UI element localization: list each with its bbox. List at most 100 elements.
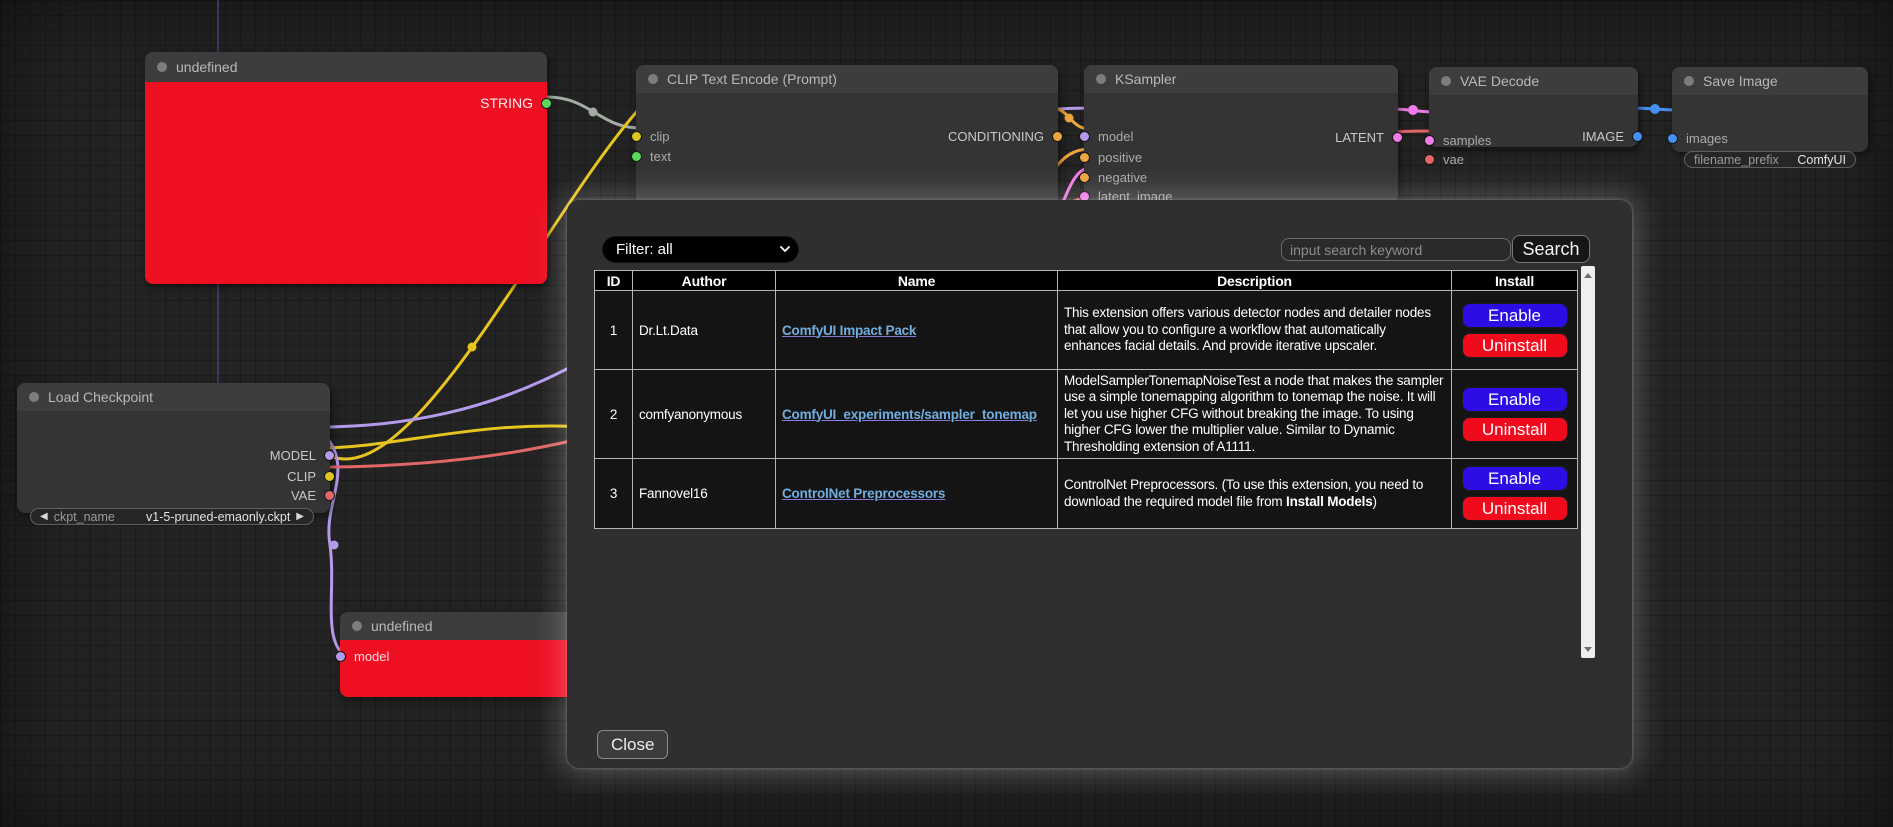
input-label: model [354,649,389,664]
conditioning-output-dot[interactable] [1052,131,1063,142]
node-title-bar[interactable]: CLIP Text Encode (Prompt) [636,65,1058,93]
node-title: CLIP Text Encode (Prompt) [667,71,837,87]
wire-dot-orange [1065,114,1074,123]
cell-id: 2 [595,370,633,459]
prev-arrow-icon[interactable]: ◀ [40,512,48,522]
clip-input-dot[interactable] [631,131,642,142]
table-scrollbar[interactable] [1581,266,1595,658]
input-model: model [1084,127,1133,145]
ckpt-name-widget[interactable]: ◀ ckpt_name v1-5-pruned-emaonly.ckpt ▶ [30,508,314,525]
output-label: VAE [291,488,316,503]
model-output-dot[interactable] [324,450,335,461]
search-button[interactable]: Search [1512,235,1590,263]
search-input[interactable] [1281,238,1511,261]
extension-table: ID Author Name Description Install 1 Dr.… [594,270,1578,529]
node-vae-decode[interactable]: VAE Decode samples vae IMAGE [1429,67,1638,147]
collapse-dot-icon[interactable] [29,392,39,402]
image-output-dot[interactable] [1632,131,1643,142]
vae-output-dot[interactable] [324,490,335,501]
table-row: 2 comfyanonymous ComfyUI_experiments/sam… [595,370,1578,459]
output-clip: CLIP [287,467,330,485]
wire-dot-purple [330,541,339,550]
node-title: undefined [371,618,433,634]
close-button[interactable]: Close [597,730,668,759]
collapse-dot-icon[interactable] [648,74,658,84]
latent-output-dot[interactable] [1392,132,1403,143]
col-header-author: Author [633,271,776,291]
input-model: model [340,647,389,665]
input-label: positive [1098,150,1142,165]
node-title: VAE Decode [1460,73,1539,89]
scroll-up-icon[interactable] [1581,268,1595,282]
string-output-dot[interactable] [541,98,552,109]
filter-select[interactable]: Filter: all [602,236,799,263]
table-row: 1 Dr.Lt.Data ComfyUI Impact Pack This ex… [595,291,1578,370]
collapse-dot-icon[interactable] [1684,76,1694,86]
collapse-dot-icon[interactable] [1441,76,1451,86]
cell-author: Dr.Lt.Data [633,291,776,370]
input-positive: positive [1084,148,1142,166]
cell-description: ControlNet Preprocessors. (To use this e… [1064,477,1445,510]
node-title-bar[interactable]: Load Checkpoint [17,383,330,411]
extension-link[interactable]: ComfyUI_experiments/sampler_tonemap [782,407,1037,422]
next-arrow-icon[interactable]: ▶ [296,512,304,522]
text-input-dot[interactable] [631,151,642,162]
positive-input-dot[interactable] [1079,152,1090,163]
cell-id: 1 [595,291,633,370]
output-label: IMAGE [1582,129,1624,144]
node-title: undefined [176,59,238,75]
wire-dot-gray [589,108,598,117]
model-input-dot[interactable] [1079,131,1090,142]
node-clip-text-encode[interactable]: CLIP Text Encode (Prompt) clip text COND… [636,65,1058,205]
node-undefined-top[interactable]: undefined STRING [145,52,547,284]
uninstall-button[interactable]: Uninstall [1462,333,1568,358]
vae-input-dot[interactable] [1424,154,1435,165]
uninstall-button[interactable]: Uninstall [1462,417,1568,442]
node-ksampler[interactable]: KSampler model positive negative latent_… [1084,65,1398,203]
collapse-dot-icon[interactable] [157,62,167,72]
wire-dot-yellow [468,343,477,352]
col-header-name: Name [776,271,1058,291]
clip-output-dot[interactable] [324,471,335,482]
enable-button[interactable]: Enable [1462,466,1568,491]
filename-prefix-widget[interactable]: filename_prefix ComfyUI [1684,151,1856,168]
scroll-down-icon[interactable] [1581,642,1595,656]
table-header-row: ID Author Name Description Install [595,271,1578,291]
output-label: CONDITIONING [948,129,1044,144]
node-load-checkpoint[interactable]: Load Checkpoint MODEL CLIP VAE ◀ ckpt_na… [17,383,330,513]
extension-link[interactable]: ControlNet Preprocessors [782,486,945,501]
input-label: images [1686,131,1728,146]
samples-input-dot[interactable] [1424,135,1435,146]
uninstall-button[interactable]: Uninstall [1462,496,1568,521]
node-save-image[interactable]: Save Image images filename_prefix ComfyU… [1672,67,1868,152]
node-graph-canvas[interactable]: undefined STRING CLIP Text Encode (Promp… [0,0,1893,827]
cell-author: comfyanonymous [633,370,776,459]
node-title-bar[interactable]: undefined [145,52,547,82]
images-input-dot[interactable] [1667,133,1678,144]
input-label: samples [1443,133,1491,148]
output-label: CLIP [287,469,316,484]
col-header-id: ID [595,271,633,291]
input-samples: samples [1429,131,1491,149]
collapse-dot-icon[interactable] [352,621,362,631]
collapse-dot-icon[interactable] [1096,74,1106,84]
enable-button[interactable]: Enable [1462,387,1568,412]
node-title-bar[interactable]: VAE Decode [1429,67,1638,95]
output-latent: LATENT [1335,128,1398,146]
model-input-dot[interactable] [335,651,346,662]
node-title: Load Checkpoint [48,389,153,405]
input-label: text [650,149,671,164]
input-negative: negative [1084,168,1147,186]
negative-input-dot[interactable] [1079,172,1090,183]
enable-button[interactable]: Enable [1462,303,1568,328]
node-title-bar[interactable]: Save Image [1672,67,1868,95]
output-label: LATENT [1335,130,1384,145]
extension-manager-dialog: Filter: all Search ID Author Name Descri… [567,200,1632,768]
col-header-description: Description [1058,271,1452,291]
extension-link[interactable]: ComfyUI Impact Pack [782,323,916,338]
input-text: text [636,147,671,165]
node-title-bar[interactable]: KSampler [1084,65,1398,93]
table-row: 3 Fannovel16 ControlNet Preprocessors Co… [595,459,1578,529]
output-image: IMAGE [1582,127,1638,145]
node-title: Save Image [1703,73,1778,89]
